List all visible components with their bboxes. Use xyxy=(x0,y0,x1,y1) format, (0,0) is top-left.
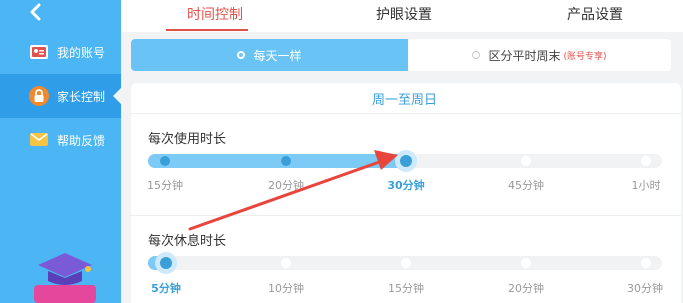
top-tab-bar: 时间控制 护眼设置 产品设置 xyxy=(121,0,683,32)
sidebar-item-label: 我的账号 xyxy=(57,45,106,60)
usage-slider-stop[interactable] xyxy=(521,156,531,166)
usage-tick-label: 30分钟 xyxy=(387,179,425,192)
rest-slider-stop[interactable] xyxy=(521,258,531,268)
active-indicator xyxy=(113,88,121,104)
tab-underline xyxy=(166,29,248,31)
rest-slider-stop[interactable] xyxy=(641,258,651,268)
sidebar-item-parental-control[interactable]: 家长控制 xyxy=(0,74,121,118)
rest-slider-stop[interactable] xyxy=(281,258,291,268)
day-range-label: 周一至周日 xyxy=(372,93,438,108)
rest-slider-handle[interactable] xyxy=(155,252,177,274)
option-same-every-day[interactable]: 每天一样 xyxy=(131,39,408,71)
rest-slider-stop[interactable] xyxy=(401,258,411,268)
account-exclusive-tag: (账号专享) xyxy=(563,51,607,62)
settings-card xyxy=(131,83,681,303)
rest-tick-label: 30分钟 xyxy=(627,282,663,295)
lock-icon xyxy=(28,85,50,107)
usage-slider-stop[interactable] xyxy=(641,156,651,166)
sidebar-item-label: 家长控制 xyxy=(57,89,106,104)
usage-slider-stop[interactable] xyxy=(281,156,291,166)
rest-tick-label: 10分钟 xyxy=(268,282,304,295)
usage-slider-handle[interactable] xyxy=(395,150,417,172)
usage-slider-fill xyxy=(148,154,410,168)
option-weekday-weekend[interactable]: 区分平时周末 (账号专享) xyxy=(408,39,671,71)
usage-slider-stop[interactable] xyxy=(160,156,170,166)
tab-product-settings[interactable]: 产品设置 xyxy=(567,4,623,24)
mode-toggle: 每天一样 区分平时周末 (账号专享) xyxy=(131,39,671,71)
tab-eye-protection[interactable]: 护眼设置 xyxy=(376,4,432,24)
sidebar-item-help-feedback[interactable]: 帮助反馈 xyxy=(0,118,121,162)
divider xyxy=(131,215,681,216)
usage-tick-label: 45分钟 xyxy=(508,179,544,192)
rest-duration-title: 每次休息时长 xyxy=(148,234,227,249)
usage-tick-label: 15分钟 xyxy=(147,179,183,192)
radio-unchecked-icon xyxy=(472,51,481,59)
learning-park-badge[interactable] xyxy=(30,245,100,303)
radio-checked-icon xyxy=(237,51,246,59)
option-label: 区分平时周末 xyxy=(488,48,561,63)
sidebar: 我的账号 家长控制 帮助反馈 xyxy=(0,0,121,303)
sidebar-item-label: 帮助反馈 xyxy=(57,133,106,148)
rest-tick-label: 5分钟 xyxy=(151,282,181,295)
back-arrow-icon[interactable] xyxy=(26,2,46,22)
usage-tick-label: 1小时 xyxy=(631,179,661,192)
rest-tick-label: 15分钟 xyxy=(388,282,424,295)
rest-tick-label: 20分钟 xyxy=(508,282,544,295)
message-icon xyxy=(28,129,50,151)
usage-duration-title: 每次使用时长 xyxy=(148,132,227,147)
sidebar-item-my-account[interactable]: 我的账号 xyxy=(0,30,121,74)
option-label: 每天一样 xyxy=(253,48,302,63)
tab-time-control[interactable]: 时间控制 xyxy=(187,4,243,24)
usage-tick-label: 20分钟 xyxy=(268,179,304,192)
divider xyxy=(131,113,681,114)
id-card-icon xyxy=(28,41,50,63)
